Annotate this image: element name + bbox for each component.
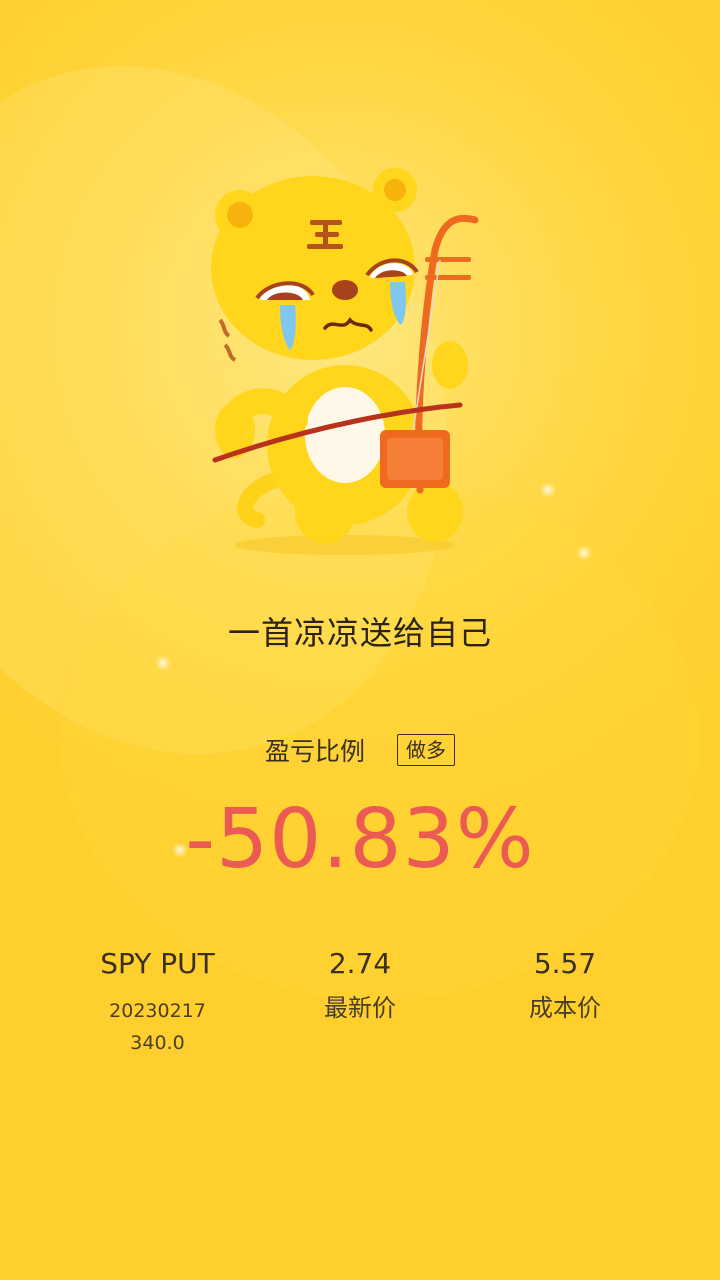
contract-info: SPY PUT 20230217 340.0 [80, 944, 235, 1059]
profit-ratio-value: -50.83% [185, 792, 535, 887]
profit-ratio-label: 盈亏比例 [264, 737, 365, 766]
crying-tiger-playing-erhu-icon [211, 168, 479, 555]
latest-price-info: 2.74 最新价 [300, 944, 420, 1024]
profit-ratio-row: 盈亏比例 做多 [0, 732, 720, 768]
contract-name: SPY PUT [100, 947, 215, 980]
latest-price-label: 最新价 [324, 994, 396, 1022]
sparkle-decoration [155, 655, 171, 671]
contract-detail: 20230217 340.0 [109, 1000, 206, 1054]
headline-text: 一首凉凉送给自己 [227, 614, 492, 652]
cost-price-value: 5.57 [533, 947, 597, 980]
latest-price-value: 2.74 [328, 947, 392, 980]
sparkle-decoration [540, 482, 556, 498]
position-direction-badge: 做多 [397, 734, 455, 766]
cost-price-label: 成本价 [529, 994, 601, 1022]
sparkle-decoration [576, 545, 592, 561]
cost-price-info: 5.57 成本价 [505, 944, 625, 1024]
